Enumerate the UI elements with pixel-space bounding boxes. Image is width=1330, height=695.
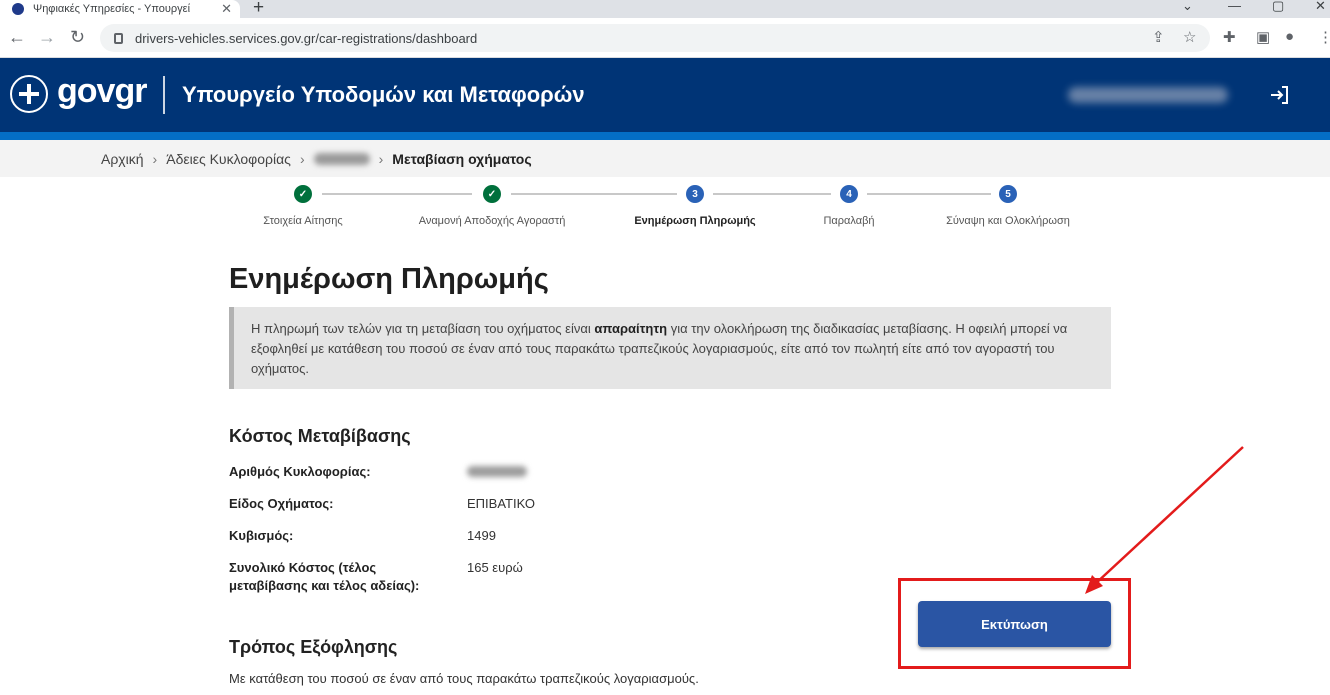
site-header: govgr Υπουργείο Υποδομών και Μεταφορών [0, 58, 1330, 135]
step-1-check-icon: ✓ [294, 185, 312, 203]
step-4-indicator: 4 [840, 185, 858, 203]
plate-number-label: Αριθμός Κυκλοφορίας: [229, 464, 371, 479]
profile-icon[interactable]: ● [1285, 28, 1294, 45]
maximize-icon[interactable]: ▢ [1272, 0, 1284, 14]
step-3-label: Ενημέρωση Πληρωμής [634, 215, 756, 227]
engine-capacity-value: 1499 [467, 528, 496, 543]
new-tab-icon[interactable]: + [253, 0, 264, 19]
step-2-check-icon: ✓ [483, 185, 501, 203]
progress-stepper: ✓ ✓ 3 4 5 Στοιχεία Αίτησης Αναμονή Αποδο… [0, 183, 1330, 233]
cost-section-title: Κόστος Μεταβίβασης [229, 426, 411, 446]
payment-notice: Η πληρωμή των τελών για τη μεταβίαση του… [229, 307, 1111, 389]
breadcrumb-current: Μεταβίαση οχήματος [392, 150, 532, 167]
logo-divider [163, 76, 165, 114]
browser-tabstrip: Ψηφιακές Υπηρεσίες - Υπουργεί ✕ + ⌄ — ▢ … [0, 0, 1330, 18]
breadcrumb-licenses[interactable]: Άδειες Κυκλοφορίας [166, 151, 291, 167]
plate-number-redacted [467, 466, 527, 477]
breadcrumb-plate-redacted[interactable] [313, 152, 370, 165]
ministry-title: Υπουργείο Υποδομών και Μεταφορών [182, 82, 585, 107]
url-text: drivers-vehicles.services.gov.gr/car-reg… [135, 30, 478, 46]
tab-title: Ψηφιακές Υπηρεσίες - Υπουργεί [33, 3, 191, 15]
step-5-indicator: 5 [999, 185, 1017, 203]
payment-method-title: Τρόπος Εξόφλησης [229, 637, 398, 657]
header-stripe [0, 132, 1330, 140]
step-connector [322, 193, 472, 195]
lock-icon [114, 32, 123, 44]
extensions-icon[interactable]: ✚ [1223, 28, 1236, 46]
vehicle-type-value: ΕΠΙΒΑΤΙΚΟ [467, 496, 535, 511]
step-2-label: Αναμονή Αποδοχής Αγοραστή [418, 215, 566, 227]
payment-method-desc: Με κατάθεση του ποσού σε έναν από τους π… [229, 671, 699, 686]
greek-emblem-icon [10, 75, 48, 113]
address-bar[interactable]: drivers-vehicles.services.gov.gr/car-reg… [100, 24, 1210, 52]
reload-icon[interactable]: ↻ [70, 27, 85, 48]
step-connector [867, 193, 991, 195]
minimize-icon[interactable]: — [1228, 0, 1241, 13]
browser-toolbar: ← → ↻ drivers-vehicles.services.gov.gr/c… [0, 18, 1330, 58]
forward-icon[interactable]: → [38, 27, 56, 48]
govgr-logo[interactable]: govgr [57, 72, 147, 111]
step-connector [713, 193, 831, 195]
notice-text-bold: απαραίτητη [594, 321, 668, 336]
step-1-label: Στοιχεία Αίτησης [263, 215, 343, 227]
browser-tab[interactable]: Ψηφιακές Υπηρεσίες - Υπουργεί ✕ [0, 0, 240, 18]
step-4-label: Παραλαβή [823, 215, 875, 227]
total-cost-value: 165 ευρώ [467, 560, 523, 575]
chevron-right-icon: › [152, 150, 158, 167]
vehicle-type-label: Είδος Οχήματος: [229, 496, 334, 511]
chevron-right-icon: › [299, 150, 305, 167]
back-icon[interactable]: ← [8, 27, 26, 48]
step-connector [511, 193, 677, 195]
breadcrumb: Αρχική › Άδειες Κυκλοφορίας › › Μεταβίασ… [0, 140, 1330, 177]
tab-search-icon[interactable]: ⌄ [1182, 0, 1193, 14]
kebab-menu-icon[interactable]: ⋮ [1318, 28, 1330, 46]
sidepanel-icon[interactable]: ▣ [1256, 28, 1270, 46]
close-window-icon[interactable]: ✕ [1315, 0, 1326, 14]
page-title: Ενημέρωση Πληρωμής [229, 263, 549, 295]
step-5-label: Σύναψη και Ολοκλήρωση [946, 215, 1070, 227]
breadcrumb-home[interactable]: Αρχική [101, 151, 144, 167]
engine-capacity-label: Κυβισμός: [229, 528, 294, 543]
user-name-redacted [1068, 87, 1228, 103]
notice-text-1: Η πληρωμή των τελών για τη μεταβίαση του… [251, 321, 595, 336]
share-icon[interactable]: ⇪ [1152, 28, 1165, 46]
favicon-icon [12, 3, 24, 15]
bookmark-star-icon[interactable]: ☆ [1183, 28, 1196, 46]
chevron-right-icon: › [378, 150, 384, 167]
close-tab-icon[interactable]: ✕ [221, 1, 232, 17]
step-3-indicator: 3 [686, 185, 704, 203]
total-cost-label: Συνολικό Κόστος (τέλος μεταβίβασης και τ… [229, 560, 420, 593]
print-button[interactable]: Εκτύπωση [918, 601, 1111, 647]
logout-icon[interactable] [1268, 83, 1292, 107]
